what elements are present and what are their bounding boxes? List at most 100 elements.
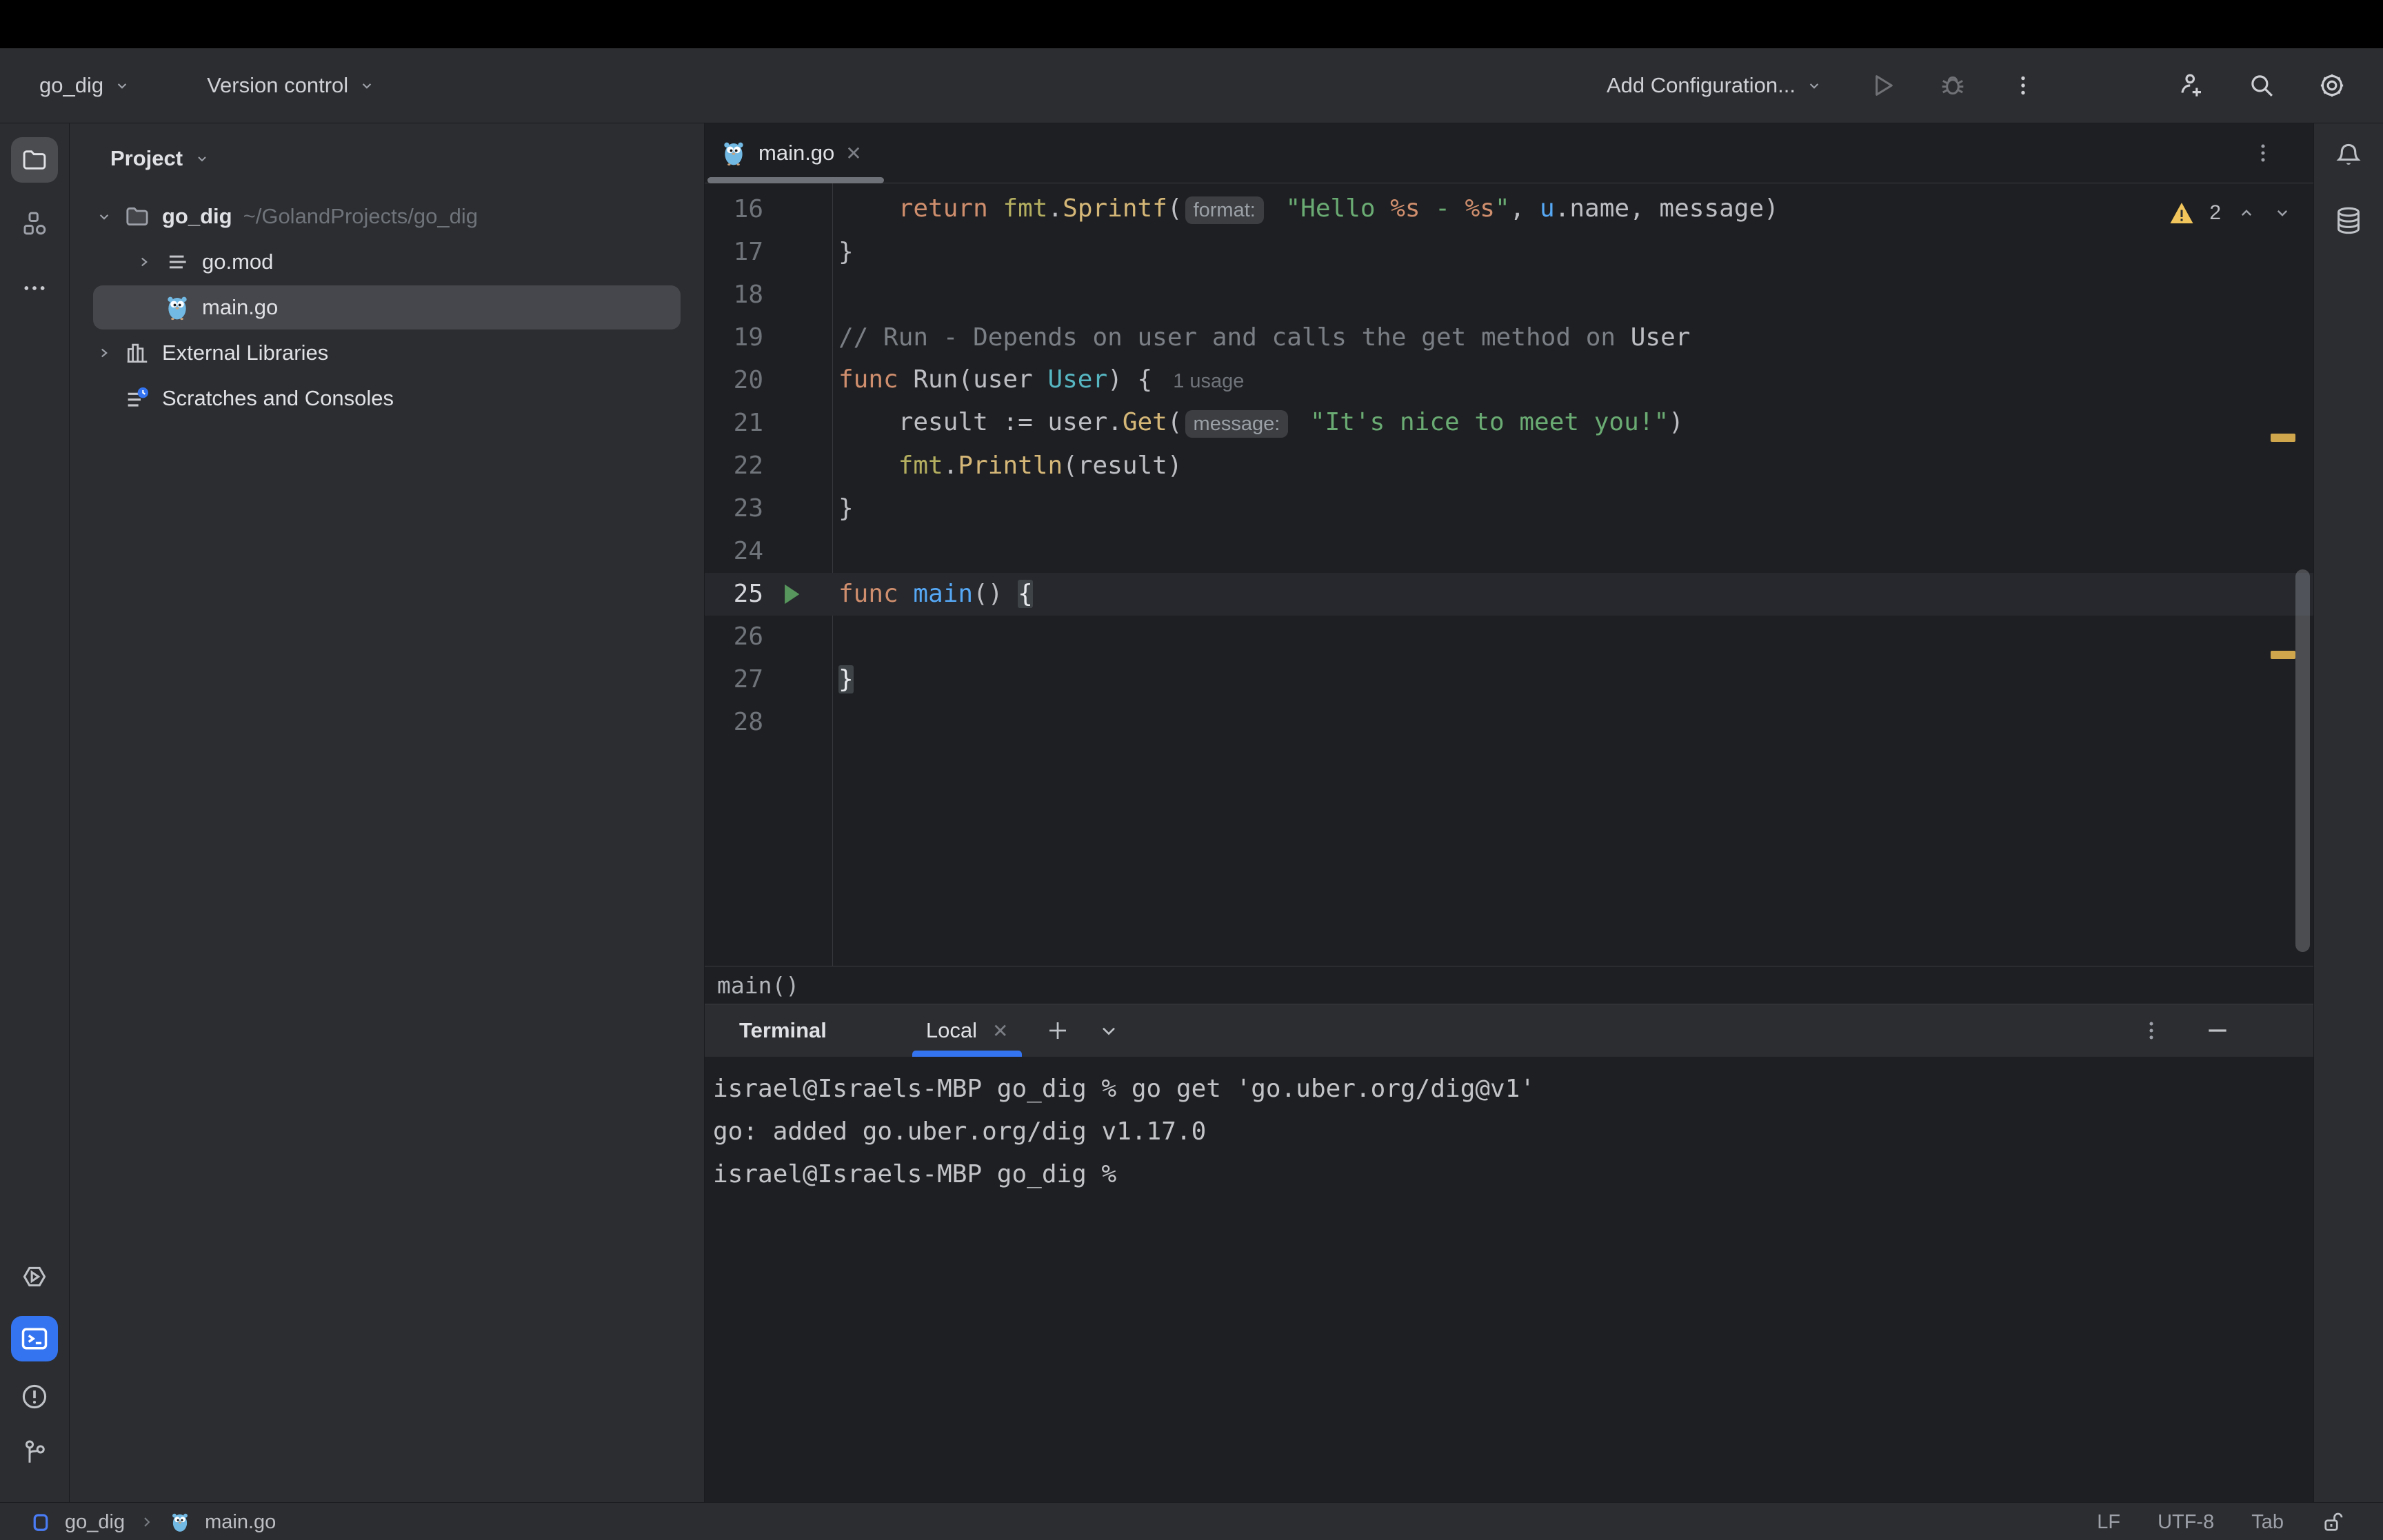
usage-hint[interactable]: 1 usage — [1173, 370, 1244, 392]
new-terminal-plus-icon[interactable] — [1038, 1011, 1077, 1050]
gutter: 22 — [705, 445, 832, 487]
terminal-line: israel@Israels-MBP go_dig % go get 'go.u… — [713, 1068, 2313, 1111]
structure-tool-button[interactable] — [11, 201, 58, 246]
terminal-output[interactable]: israel@Israels-MBP go_dig % go get 'go.u… — [705, 1057, 2313, 1196]
services-tool-button[interactable] — [11, 1254, 58, 1299]
debug-button[interactable] — [1938, 70, 1968, 101]
search-everywhere-icon[interactable] — [2246, 70, 2277, 101]
settings-gear-icon[interactable] — [2317, 70, 2347, 101]
code-line-25[interactable]: 25func main() { — [705, 573, 2313, 616]
code-text: result := user.Get(message: "It's nice t… — [832, 401, 1684, 445]
terminal-dropdown-chevron-icon[interactable] — [1089, 1011, 1128, 1050]
editor-tab-main-go[interactable]: main.go ✕ — [705, 123, 880, 183]
code-line-24[interactable]: 24 — [705, 530, 2313, 573]
code-line-21[interactable]: 21 result := user.Get(message: "It's nic… — [705, 402, 2313, 445]
code-line-27[interactable]: 27} — [705, 658, 2313, 701]
go-mod-icon — [162, 247, 192, 277]
hide-panel-minimize-icon[interactable] — [2204, 1017, 2231, 1044]
tree-item-label: go_dig — [162, 204, 232, 229]
code-text: } — [832, 231, 854, 274]
tree-item-go-dig[interactable]: go_dig~/GolandProjects/go_dig — [70, 194, 704, 239]
chevron-right-icon[interactable] — [90, 339, 118, 367]
warning-stripe-mark[interactable] — [2271, 434, 2295, 442]
line-number: 26 — [734, 616, 763, 658]
gopher-file-icon — [720, 139, 747, 167]
code-text: return fmt.Sprintf(format: "Hello %s - %… — [832, 188, 1779, 232]
problems-tool-button[interactable] — [11, 1374, 58, 1419]
status-bar: go_dig main.go LF UTF-8 Tab — [0, 1502, 2383, 1540]
chevron-down-icon[interactable] — [194, 150, 210, 167]
terminal-tab-local[interactable]: Local ✕ — [908, 1004, 1027, 1057]
breadcrumb-bar: main() — [705, 966, 2313, 1004]
more-tool-windows-icon[interactable] — [11, 265, 58, 311]
editor-tab-label: main.go — [758, 141, 834, 165]
right-tool-strip — [2313, 123, 2383, 1502]
code-line-26[interactable]: 26 — [705, 616, 2313, 658]
database-tool-button[interactable] — [2325, 198, 2372, 243]
gutter: 21 — [705, 402, 832, 445]
line-number: 18 — [734, 274, 763, 316]
chevron-right-icon[interactable] — [130, 248, 158, 276]
code-line-16[interactable]: 16 return fmt.Sprintf(format: "Hello %s … — [705, 188, 2313, 231]
warning-stripe-mark[interactable] — [2271, 651, 2295, 659]
close-icon[interactable]: ✕ — [845, 142, 861, 165]
indent-widget[interactable]: Tab — [2251, 1511, 2284, 1534]
code-line-18[interactable]: 18 — [705, 274, 2313, 316]
code-line-22[interactable]: 22 fmt.Println(result) — [705, 445, 2313, 487]
editor-tab-bar: main.go ✕ — [705, 123, 2313, 183]
code-text: // Run - Depends on user and calls the g… — [832, 316, 1690, 359]
chevron-down-icon[interactable] — [90, 203, 118, 230]
breadcrumb-function[interactable]: main() — [717, 972, 799, 999]
run-line-icon[interactable] — [781, 582, 802, 606]
active-terminal-tab-underline — [912, 1051, 1023, 1057]
next-problem-chevron-down-icon[interactable] — [2272, 203, 2293, 223]
line-number: 17 — [734, 231, 763, 274]
terminal-line: go: added go.uber.org/dig v1.17.0 — [713, 1111, 2313, 1153]
run-configuration-selector[interactable]: Add Configuration... — [1607, 73, 1823, 98]
editor-options-kebab-icon[interactable] — [2251, 141, 2275, 165]
tree-item-external-libraries[interactable]: External Libraries — [70, 330, 704, 376]
code-line-20[interactable]: 20func Run(user User) {1 usage — [705, 359, 2313, 402]
terminal-tool-button[interactable] — [11, 1316, 58, 1361]
close-icon[interactable]: ✕ — [992, 1020, 1008, 1042]
project-panel-title: Project — [110, 146, 183, 171]
parameter-hint[interactable]: format: — [1185, 196, 1264, 224]
line-separator-widget[interactable]: LF — [2097, 1511, 2120, 1534]
folder-icon — [122, 201, 152, 232]
parameter-hint[interactable]: message: — [1185, 410, 1289, 438]
tree-item-go-mod[interactable]: go.mod — [70, 239, 704, 285]
code-with-me-icon[interactable] — [2176, 70, 2206, 101]
inspections-widget[interactable]: 2 — [2169, 201, 2293, 225]
line-number: 25 — [734, 573, 763, 616]
more-actions-kebab-icon[interactable] — [2008, 70, 2038, 101]
editor-scrollbar[interactable] — [2295, 569, 2310, 952]
code-line-28[interactable]: 28 — [705, 701, 2313, 744]
code-line-17[interactable]: 17} — [705, 231, 2313, 274]
tree-item-scratches-and-consoles[interactable]: Scratches and Consoles — [70, 376, 704, 421]
project-widget-icon[interactable] — [30, 1512, 51, 1532]
ide-window: go_dig Version control Add Configuration… — [0, 0, 2383, 1540]
prev-problem-chevron-up-icon[interactable] — [2236, 203, 2257, 223]
git-tool-button[interactable] — [11, 1429, 58, 1475]
gopher-icon — [162, 292, 192, 323]
code-line-23[interactable]: 23} — [705, 487, 2313, 530]
notifications-bell-icon[interactable] — [2325, 133, 2372, 179]
encoding-widget[interactable]: UTF-8 — [2158, 1511, 2214, 1534]
gutter: 18 — [705, 274, 832, 316]
code-editor-area[interactable]: 16 return fmt.Sprintf(format: "Hello %s … — [705, 183, 2313, 966]
project-selector[interactable]: go_dig — [39, 73, 131, 98]
tree-item-label: External Libraries — [162, 341, 328, 365]
statusbar-breadcrumb-project[interactable]: go_dig — [65, 1511, 125, 1534]
run-button[interactable] — [1867, 70, 1898, 101]
vcs-widget[interactable]: Version control — [207, 73, 376, 98]
tree-item-main-go[interactable]: main.go — [70, 285, 704, 330]
unlocked-padlock-icon[interactable] — [2321, 1510, 2346, 1534]
terminal-options-kebab-icon[interactable] — [2140, 1019, 2163, 1042]
left-tool-strip — [0, 123, 70, 1502]
project-panel: Project go_dig~/GolandProjects/go_diggo.… — [70, 123, 705, 1502]
statusbar-breadcrumb-file[interactable]: main.go — [205, 1511, 276, 1534]
project-tool-button[interactable] — [11, 137, 58, 183]
active-tab-underline — [707, 177, 884, 183]
code-line-19[interactable]: 19// Run - Depends on user and calls the… — [705, 316, 2313, 359]
chevron-down-icon — [358, 77, 376, 94]
